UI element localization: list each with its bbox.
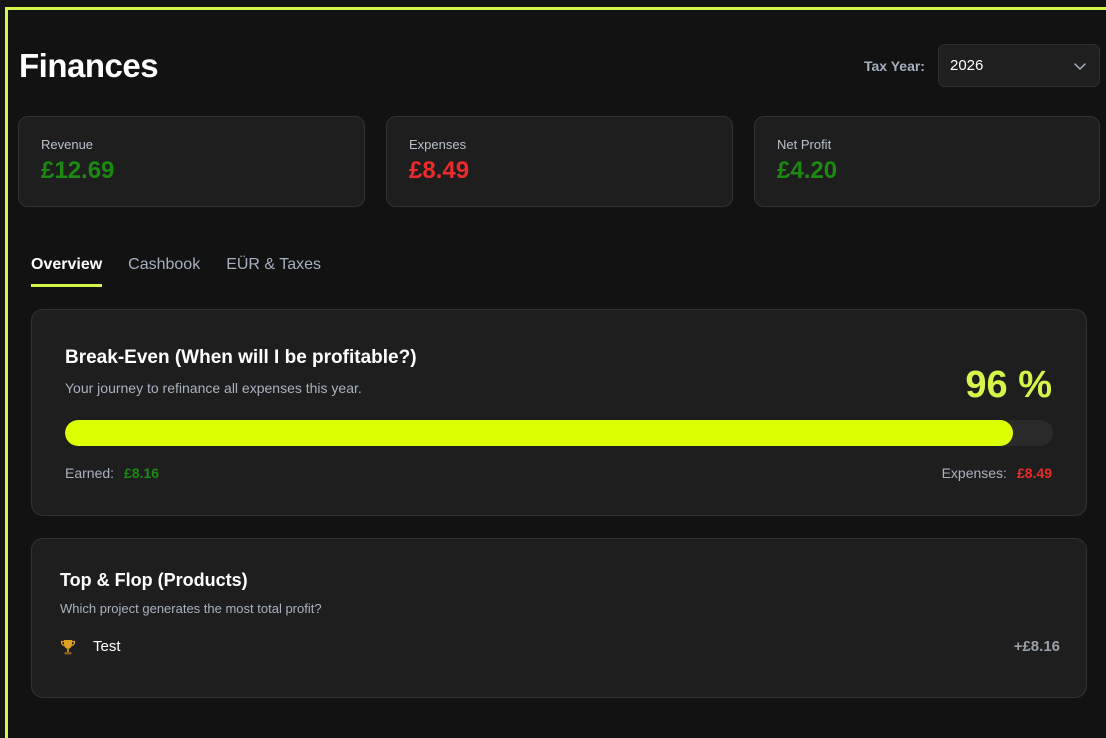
expenses-label: Expenses:	[941, 465, 1007, 481]
list-item: Test +£8.16	[60, 638, 1060, 655]
break-even-progress-bar	[65, 420, 1053, 446]
earned-label: Earned:	[65, 465, 115, 481]
stat-value: £8.49	[409, 157, 470, 184]
stat-card-net-profit: Net Profit £4.20	[754, 116, 1100, 207]
tab-bar: Overview Cashbook EÜR & Taxes	[31, 256, 347, 287]
stat-card-expenses: Expenses £8.49	[386, 116, 733, 207]
tab-overview[interactable]: Overview	[31, 256, 103, 287]
earned-value: £8.16	[124, 465, 160, 481]
stat-label: Net Profit	[777, 137, 832, 152]
stat-card-revenue: Revenue £12.69	[18, 116, 365, 207]
top-flop-subtitle: Which project generates the most total p…	[60, 601, 322, 616]
top-flop-title: Top & Flop (Products)	[60, 570, 248, 590]
stat-value: £12.69	[41, 157, 115, 184]
break-even-subtitle: Your journey to refinance all expenses t…	[65, 380, 362, 396]
tax-year-select[interactable]: 2026	[938, 44, 1100, 87]
progress-fill	[65, 420, 1014, 446]
expenses-row: Expenses: £8.49	[942, 465, 1052, 481]
break-even-title: Break-Even (When will I be profitable?)	[65, 347, 417, 368]
chevron-down-icon	[1074, 63, 1086, 70]
tax-year-value: 2026	[950, 57, 984, 74]
page-title: Finances	[19, 47, 159, 84]
break-even-panel: Break-Even (When will I be profitable?) …	[31, 309, 1087, 516]
tax-year-label: Tax Year:	[864, 58, 925, 74]
stat-value: £4.20	[777, 157, 838, 184]
top-flop-panel: Top & Flop (Products) Which project gene…	[31, 538, 1087, 698]
stat-label: Expenses	[409, 137, 467, 152]
product-name: Test	[93, 638, 121, 655]
tab-cashbook[interactable]: Cashbook	[128, 256, 200, 287]
break-even-percent: 96 %	[965, 364, 1052, 406]
expenses-value: £8.49	[1016, 465, 1052, 481]
earned-row: Earned: £8.16	[65, 465, 159, 481]
trophy-icon	[60, 639, 76, 654]
tab-eur-taxes[interactable]: EÜR & Taxes	[226, 256, 321, 287]
stat-label: Revenue	[41, 137, 94, 152]
product-profit: +£8.16	[1013, 638, 1060, 655]
